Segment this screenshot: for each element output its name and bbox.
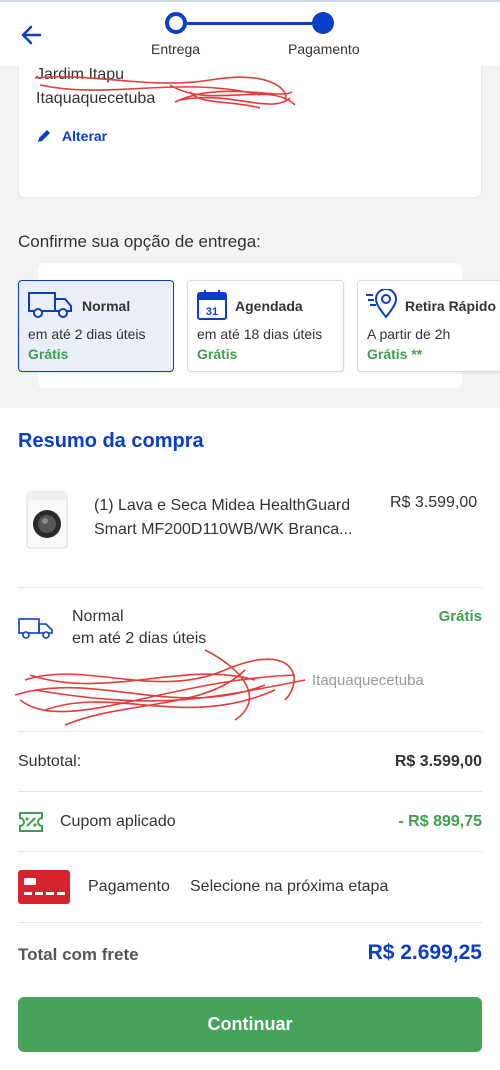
- truck-icon: [28, 292, 72, 318]
- shipping-price: Grátis: [438, 608, 482, 625]
- continue-button[interactable]: Continuar: [18, 997, 482, 1052]
- subtotal-value: R$ 3.599,00: [394, 753, 482, 770]
- coupon-value: - R$ 899,75: [398, 813, 482, 830]
- back-arrow-icon[interactable]: [18, 20, 48, 50]
- edit-address-label: Alterar: [62, 128, 108, 144]
- coupon-ticket-icon: [19, 812, 43, 832]
- subtotal-label: Subtotal:: [18, 753, 82, 770]
- divider: [18, 922, 482, 923]
- truck-icon: [18, 618, 53, 639]
- option-sub: em até 18 dias úteis: [197, 326, 323, 342]
- divider: [18, 731, 482, 732]
- credit-card-icon: [18, 870, 70, 904]
- divider: [18, 587, 482, 588]
- calendar-day: 31: [206, 306, 218, 318]
- delivery-prompt: Confirme sua opção de entrega:: [18, 232, 261, 251]
- checkout-header: Entrega Pagamento: [0, 0, 500, 66]
- divider: [18, 851, 482, 852]
- calendar-icon: 31: [197, 290, 227, 320]
- option-sub: em até 2 dias úteis: [28, 326, 146, 342]
- washer-product-image: [26, 491, 68, 549]
- edit-address-link[interactable]: Alterar: [36, 128, 107, 144]
- address-line-2: Itaquaquecetuba: [36, 90, 156, 107]
- option-price: Grátis: [28, 346, 69, 362]
- shipping-eta: em até 2 dias úteis: [72, 630, 207, 647]
- payment-label: Pagamento: [88, 878, 170, 895]
- step-entrega-label: Entrega: [151, 41, 201, 57]
- shipping-method: Normal: [72, 608, 124, 625]
- address-line-1: Jardim Itapu: [36, 66, 125, 83]
- step-pagamento-label: Pagamento: [288, 41, 360, 57]
- option-price: Grátis: [197, 346, 238, 362]
- divider: [18, 791, 482, 792]
- step-connector: [187, 22, 312, 25]
- option-title: Retira Rápido: [405, 298, 497, 314]
- product-price: R$ 3.599,00: [390, 494, 478, 511]
- step-entrega-indicator: [165, 12, 187, 34]
- option-title: Agendada: [235, 298, 303, 314]
- option-price: Grátis **: [367, 346, 423, 362]
- redaction-scribble: [14, 649, 306, 726]
- payment-value: Selecione na próxima etapa: [190, 878, 389, 895]
- summary-title: Resumo da compra: [18, 430, 204, 452]
- option-sub: A partir de 2h: [367, 326, 451, 342]
- total-label: Total com frete: [18, 945, 139, 964]
- delivery-option-agendada[interactable]: 31 Agendada em até 18 dias úteis Grátis: [187, 280, 344, 372]
- delivery-option-normal[interactable]: Normal em até 2 dias úteis Grátis: [18, 280, 174, 372]
- pencil-icon: [38, 130, 50, 142]
- pickup-pin-icon: [366, 289, 398, 319]
- step-pagamento-indicator: [312, 12, 334, 34]
- delivery-option-retira-rapido[interactable]: Retira Rápido A partir de 2h Grátis **: [357, 280, 500, 372]
- shipping-city: Itaquaquecetuba: [312, 672, 424, 689]
- product-name: (1) Lava e Seca Midea HealthGuard Smart …: [94, 497, 353, 538]
- option-title: Normal: [82, 298, 131, 314]
- total-value: R$ 2.699,25: [367, 941, 482, 964]
- coupon-label: Cupom aplicado: [60, 813, 176, 830]
